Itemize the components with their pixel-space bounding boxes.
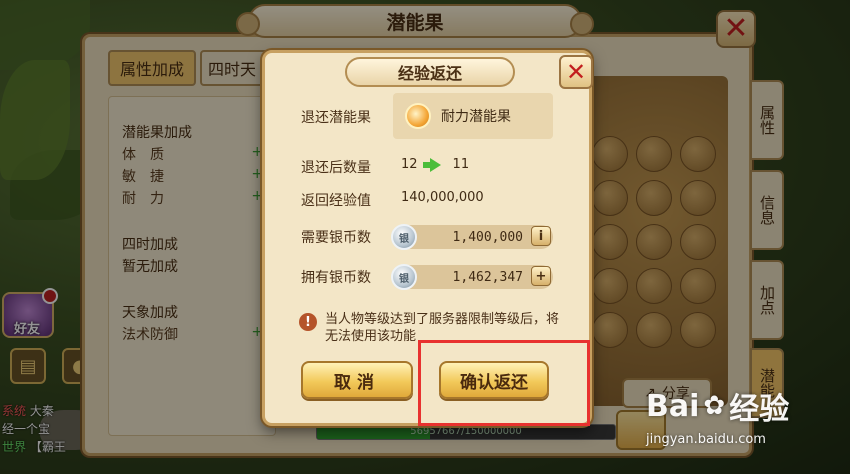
qty-after: 11 [452,157,470,172]
qty-change: 12 11 [401,157,469,172]
close-icon: ✕ [565,58,587,86]
warning-icon: ! [299,313,317,331]
add-silver-button[interactable]: + [531,266,551,286]
highlight-box [418,340,590,426]
dialog-title: 经验返还 [345,57,515,87]
close-dialog-button[interactable]: ✕ [559,55,593,89]
fruit-selector[interactable]: 耐力潜能果 [393,93,553,139]
need-silver-label: 需要银币数 [301,230,371,246]
fruit-icon [405,103,431,129]
have-silver-field: 银 1,462,347 + [391,264,553,290]
qty-before: 12 [401,157,418,172]
baidu-watermark: Bai ✿ 经验 jingyan.baidu.com [646,388,790,448]
arrow-right-icon [422,157,441,172]
exp-label: 返回经验值 [301,193,371,209]
info-button[interactable]: i [531,226,551,246]
paw-icon: ✿ [703,391,726,421]
qty-label: 退还后数量 [301,160,371,176]
have-silver-label: 拥有银币数 [301,270,371,286]
exp-value: 140,000,000 [401,190,484,205]
need-silver-field: 银 1,400,000 i [391,224,553,250]
silver-coin-icon: 银 [391,224,417,250]
cancel-button[interactable]: 取消 [301,361,413,399]
silver-coin-icon: 银 [391,264,417,290]
return-fruit-label: 退还潜能果 [301,110,371,126]
fruit-name: 耐力潜能果 [441,109,511,125]
